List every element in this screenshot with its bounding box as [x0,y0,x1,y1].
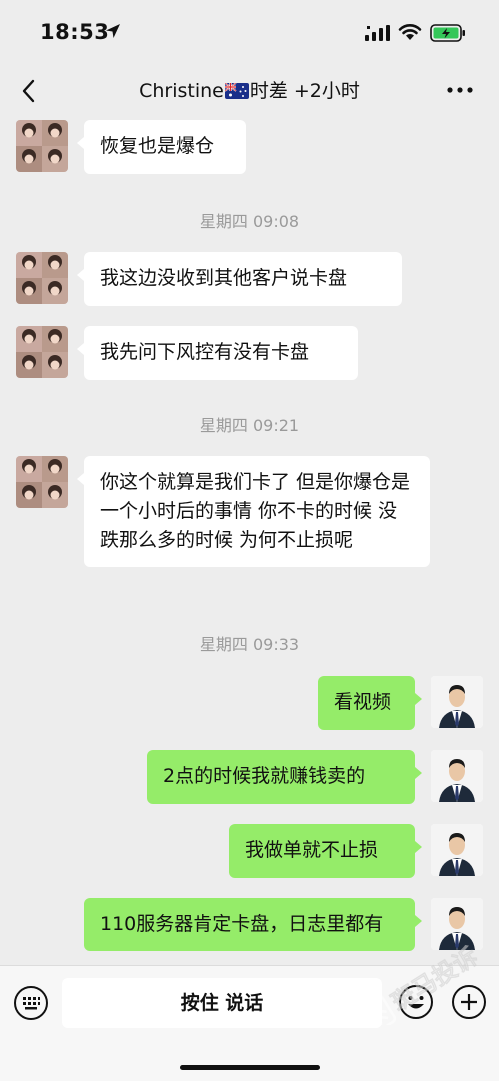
timezone-note: 时差 +2小时 [249,80,360,102]
message-text: 2点的时候我就赚钱卖的 [163,765,366,787]
message-timestamp: 星期四 09:33 [199,635,300,654]
contact-name: Christine [139,80,224,102]
message-bubble-incoming[interactable]: 我这边没收到其他客户说卡盘 [77,252,402,306]
status-bar: 18:53 [0,0,499,64]
contact-avatar[interactable] [16,252,68,304]
message-text: 我先问下风控有没有卡盘 [100,341,310,363]
message-bubble-outgoing[interactable]: 2点的时候我就赚钱卖的 [147,750,422,804]
contact-avatar[interactable] [16,326,68,378]
message-text: 你这个就算是我们卡了 但是你爆仓是一个小时后的事情 你不卡的时候 没跌那么多的时… [100,471,411,551]
my-avatar[interactable] [431,824,483,876]
message-bubble-incoming[interactable]: 我先问下风控有没有卡盘 [77,326,358,380]
plus-icon[interactable] [451,984,487,1020]
message-text: 看视频 [334,691,392,713]
my-avatar[interactable] [431,676,483,728]
message-text: 我做单就不止损 [245,839,379,861]
message-bubble-incoming[interactable]: 你这个就算是我们卡了 但是你爆仓是一个小时后的事情 你不卡的时候 没跌那么多的时… [77,456,430,567]
location-arrow-icon [106,24,120,38]
australia-flag-icon [224,83,249,99]
contact-avatar[interactable] [16,120,68,172]
message-text: 恢复也是爆仓 [100,135,215,157]
status-time: 18:53 [40,20,110,44]
chat-message-list[interactable]: 恢复也是爆仓 星期四 09:08 我这边没收到其他客户说卡盘 我先问下风控有没有… [0,116,499,965]
message-bubble-outgoing[interactable]: 看视频 [318,676,422,730]
more-options-icon[interactable] [443,76,477,104]
message-bubble-outgoing[interactable]: 110服务器肯定卡盘，日志里都有 [84,898,422,951]
message-bubble-outgoing[interactable]: 我做单就不止损 [229,824,422,878]
my-avatar[interactable] [431,750,483,802]
hold-to-talk-button[interactable]: 按住 说话 [62,978,382,1028]
contact-avatar[interactable] [16,456,68,508]
message-bubble-incoming[interactable]: 恢复也是爆仓 [77,120,246,174]
message-text: 110服务器肯定卡盘，日志里都有 [100,913,384,935]
message-timestamp: 星期四 09:21 [199,416,300,435]
wifi-icon [398,24,422,40]
battery-charging-icon [430,24,465,42]
emoji-icon[interactable] [398,984,434,1020]
chat-title: Christine 时差 +2小时 [90,76,409,103]
cellular-signal-icon [365,25,390,41]
my-avatar[interactable] [431,898,483,950]
keyboard-icon[interactable] [13,985,49,1021]
back-icon[interactable] [14,76,44,106]
message-timestamp: 星期四 09:08 [199,212,300,231]
chat-header: Christine 时差 +2小时 [0,64,499,116]
message-text: 我这边没收到其他客户说卡盘 [100,267,348,289]
home-indicator [180,1065,320,1070]
input-bar: 按住 说话 [0,965,499,1081]
